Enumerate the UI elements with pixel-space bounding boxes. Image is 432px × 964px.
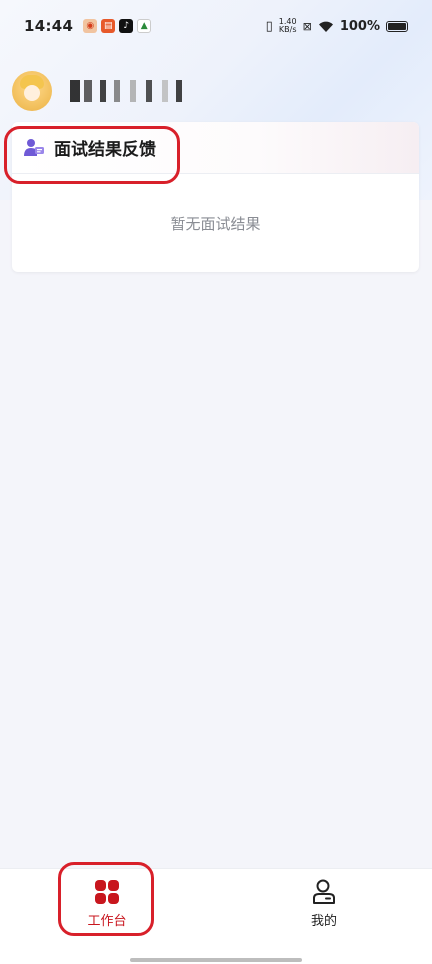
annotation-highlight-nav — [58, 862, 154, 936]
network-speed: 1.40 KB/s — [279, 18, 297, 34]
wifi-icon — [318, 21, 333, 32]
status-right: ▯ 1.40 KB/s ⊠ 100% — [266, 18, 408, 34]
username-redacted — [70, 80, 196, 102]
net-speed-unit: KB/s — [278, 25, 297, 34]
empty-state-text: 暂无面试结果 — [170, 214, 261, 233]
status-bar: 14:44 ◉ ▤ ♪ ▲ ▯ 1.40 KB/s ⊠ 100% — [0, 0, 432, 52]
annotation-highlight-title — [4, 126, 180, 184]
battery-percent: 100% — [339, 18, 380, 34]
user-profile-icon — [313, 879, 335, 904]
nav-item-mine[interactable]: 我的 — [279, 879, 369, 939]
weibo-icon: ◉ — [83, 19, 98, 33]
nav-label-mine: 我的 — [310, 914, 337, 929]
app-notification-icon-2: ▲ — [137, 19, 152, 33]
card-body: 暂无面试结果 — [12, 174, 419, 272]
avatar[interactable] — [12, 71, 52, 111]
home-indicator[interactable] — [130, 958, 302, 962]
user-header — [12, 70, 196, 112]
vibrate-icon: ▯ — [265, 18, 273, 34]
app-notification-icon: ▤ — [101, 19, 116, 33]
avatar-face — [24, 85, 40, 101]
status-time: 14:44 — [24, 17, 74, 35]
battery-icon — [386, 20, 408, 32]
sim-icon: ⊠ — [302, 19, 312, 33]
tiktok-icon: ♪ — [119, 19, 134, 33]
notification-icons: ◉ ▤ ♪ ▲ — [83, 19, 152, 33]
